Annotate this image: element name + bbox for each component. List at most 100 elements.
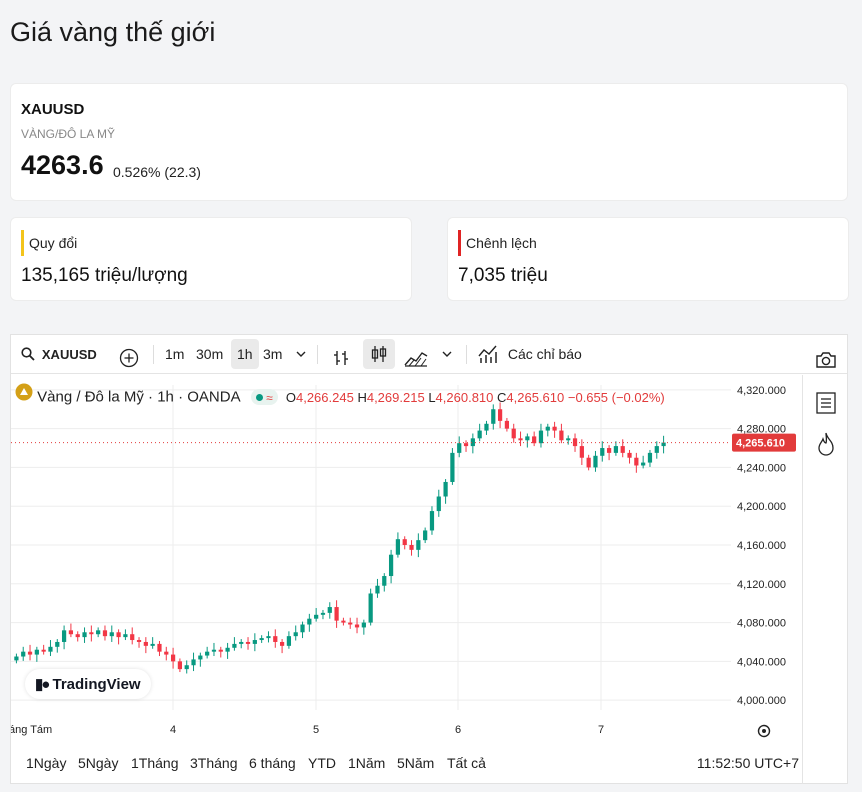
chart-legend: Vàng / Đô la Mỹ · 1h · OANDA ≈ O4,266.24…	[15, 383, 665, 406]
gold-symbol-icon	[15, 383, 33, 401]
candle-body	[361, 622, 366, 628]
interval-3m[interactable]: 3m	[263, 335, 282, 373]
compare-button[interactable]	[119, 344, 139, 368]
candle-body	[388, 554, 394, 577]
y-tick-label: 4,040.000	[737, 656, 786, 668]
x-tick-label: 4	[170, 724, 176, 736]
candle-body	[586, 457, 591, 468]
range-1-month[interactable]: 1Tháng	[131, 755, 178, 771]
low-key: L	[428, 390, 436, 406]
convert-card: Quy đổi 135,165 triệu/lượng	[10, 217, 412, 301]
candle-body	[566, 438, 571, 441]
bar-style-button[interactable]	[331, 344, 351, 365]
candle-body	[320, 612, 326, 615]
candle-body	[300, 624, 305, 633]
y-tick-label: 4,240.000	[737, 462, 786, 474]
candle-body	[130, 634, 135, 641]
chart-side-tools	[802, 375, 847, 784]
interval-30m[interactable]: 30m	[196, 335, 223, 373]
candle-body	[443, 481, 448, 497]
candle-body	[375, 585, 380, 594]
area-chart-icon	[404, 352, 428, 367]
snapshot-button[interactable]	[815, 345, 837, 368]
candle-body	[157, 643, 162, 652]
range-3-months[interactable]: 3Tháng	[190, 755, 237, 771]
search-icon	[21, 347, 35, 361]
toolbar-divider	[153, 345, 154, 364]
timezone-clock[interactable]: 11:52:50 UTC+7	[697, 755, 799, 771]
candle-body	[436, 496, 441, 512]
y-tick-label: 4,080.000	[737, 618, 786, 630]
range-5-years[interactable]: 5Năm	[397, 755, 434, 771]
object-tree-button[interactable]	[815, 391, 837, 420]
hotlists-button[interactable]	[815, 431, 837, 462]
candle-body	[354, 624, 360, 628]
range-ytd[interactable]: YTD	[308, 755, 336, 771]
candle-body	[409, 545, 414, 550]
candle-body	[579, 446, 584, 458]
candle-body	[136, 640, 142, 642]
x-tick-label: áng Tám	[11, 724, 52, 736]
candle-body	[402, 539, 407, 545]
range-all[interactable]: Tất cả	[447, 755, 486, 771]
indicators-label: Các chỉ báo	[507, 346, 582, 362]
interval-1m[interactable]: 1m	[165, 335, 184, 373]
candle-body	[232, 643, 237, 648]
tradingview-label: TradingView	[52, 676, 141, 693]
range-1-day[interactable]: 1Ngày	[26, 755, 66, 771]
candle-body	[286, 636, 292, 646]
candle-body	[450, 452, 455, 482]
chevron-down-icon	[296, 351, 306, 357]
candle-body	[191, 659, 196, 666]
interval-1h[interactable]: 1h	[231, 339, 259, 369]
candle-body	[395, 539, 401, 555]
candle-body	[116, 632, 121, 638]
quote-subtitle: VÀNG/ĐÔ LA MỸ	[21, 127, 116, 141]
candle-body	[239, 641, 244, 644]
candle-body	[34, 649, 39, 655]
x-tick-label: 7	[598, 724, 604, 736]
indicators-icon	[478, 345, 497, 363]
list-icon	[816, 392, 836, 414]
candle-body	[252, 640, 257, 644]
candle-body	[75, 634, 80, 638]
candle-body	[123, 634, 128, 638]
chart-type-dropdown[interactable]	[441, 335, 453, 373]
candle-body	[170, 654, 176, 662]
candle-body	[463, 443, 469, 447]
range-6-months[interactable]: 6 tháng	[249, 755, 296, 771]
range-1-year[interactable]: 1Năm	[348, 755, 385, 771]
open-value: 4,266.245	[295, 390, 354, 406]
y-tick-label: 4,160.000	[737, 540, 786, 552]
interval-dropdown[interactable]	[295, 335, 307, 373]
add-circle-icon	[119, 348, 139, 368]
candle-body	[327, 607, 332, 613]
candles-icon	[371, 346, 387, 362]
candles-button[interactable]	[363, 339, 395, 369]
quote-change: 0.526% (22.3)	[113, 164, 201, 180]
high-key: H	[357, 390, 367, 406]
convert-label: Quy đổi	[21, 230, 77, 256]
candle-body	[484, 423, 489, 431]
candle-body	[593, 455, 598, 468]
bars-icon	[334, 351, 348, 365]
area-style-button[interactable]	[403, 344, 429, 367]
candle-body	[48, 646, 53, 652]
market-status-badge: ≈	[250, 389, 278, 406]
change-value: −0.655 (−0.02%)	[567, 390, 665, 406]
toolbar-symbol: XAUUSD	[41, 347, 97, 362]
candle-body	[55, 641, 60, 647]
candle-body	[109, 632, 114, 637]
candle-body	[654, 446, 659, 453]
tradingview-logo[interactable]: ▮● TradingView	[25, 669, 151, 699]
flame-icon	[818, 432, 834, 456]
candle-body	[164, 651, 169, 655]
indicators-button[interactable]: Các chỉ báo	[477, 335, 582, 373]
spread-value: 7,035 triệu	[458, 265, 548, 286]
y-tick-label: 4,120.000	[737, 579, 786, 591]
candle-body	[334, 607, 339, 621]
range-5-days[interactable]: 5Ngày	[78, 755, 118, 771]
symbol-search[interactable]: XAUUSD	[21, 335, 97, 373]
candle-body	[368, 593, 373, 623]
settings-gear-icon	[762, 729, 766, 733]
